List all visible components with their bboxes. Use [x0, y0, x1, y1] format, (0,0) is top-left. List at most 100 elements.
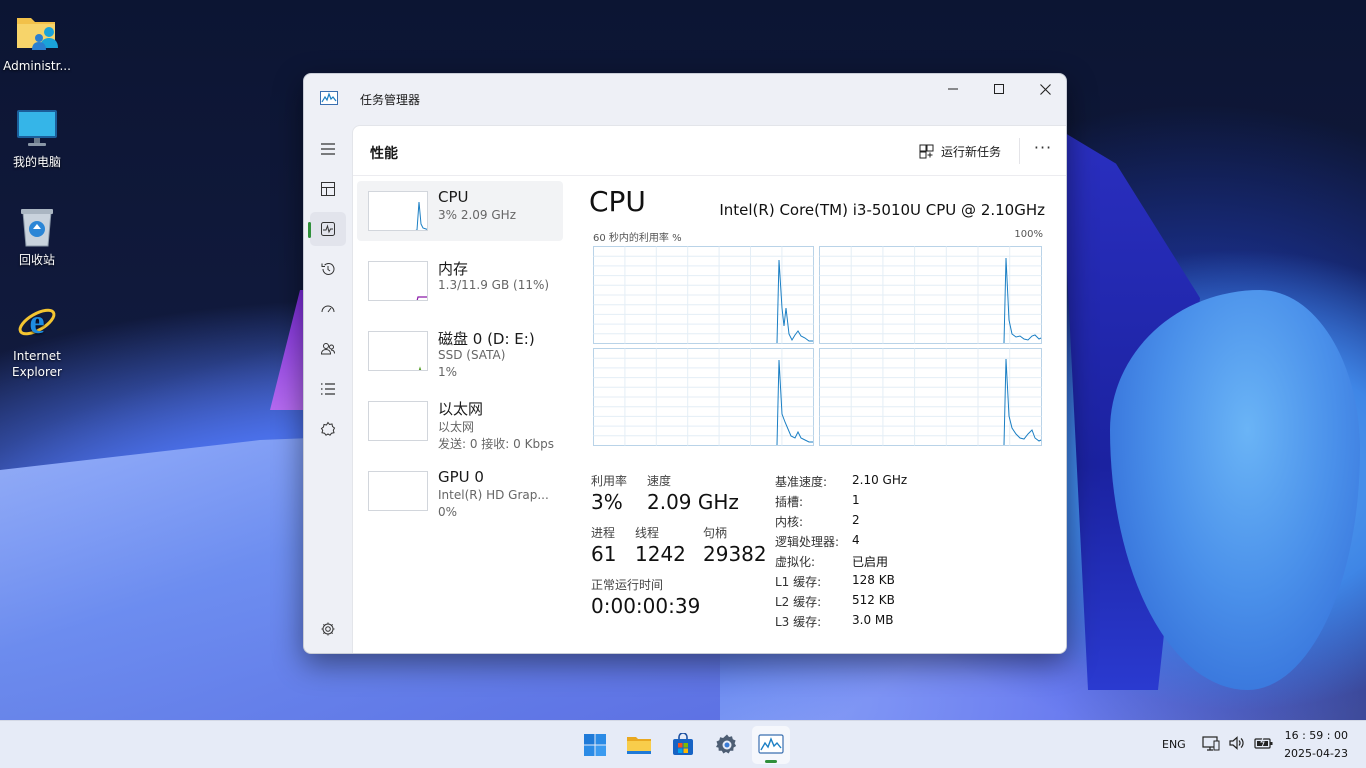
task-manager-window: 任务管理器 性能 运行新任务 ··· CPU 3% 2.09 GHz 内存 1.… [303, 73, 1067, 654]
resource-detail: Intel(R) HD Grap... [438, 488, 549, 502]
cpu-utilization-graphs [593, 246, 1042, 446]
file-explorer-button[interactable] [620, 726, 658, 764]
navigation-sidebar [304, 122, 352, 653]
resource-detail: 0% [438, 505, 458, 519]
processes-icon [321, 182, 335, 196]
spec-label: 插槽: [775, 495, 804, 509]
settings-icon [321, 622, 335, 636]
spec-value: 3.0 MB [852, 613, 894, 627]
maximize-button[interactable] [976, 74, 1022, 104]
spec-value: 2 [852, 513, 860, 527]
task-manager-app-icon [320, 90, 338, 105]
nav-startup-apps[interactable] [310, 292, 346, 326]
minimize-button[interactable] [930, 74, 976, 104]
desktop-icon-recycle-bin[interactable]: 回收站 [0, 204, 74, 268]
cpu-thumbnail-graph [368, 191, 428, 231]
performance-panel: 性能 运行新任务 ··· CPU 3% 2.09 GHz 内存 1.3/11.9… [352, 125, 1066, 653]
battery-icon[interactable] [1254, 735, 1274, 751]
resource-name: GPU 0 [438, 468, 484, 486]
users-icon [320, 343, 335, 355]
recycle-bin-icon [15, 204, 59, 248]
startup-apps-icon [321, 305, 335, 313]
logical-processor-graph-1 [819, 246, 1042, 344]
system-tray [1202, 735, 1274, 751]
more-options-button[interactable]: ··· [1031, 138, 1055, 162]
spec-value: 128 KB [852, 573, 895, 587]
threads-value: 1242 [635, 542, 686, 566]
utilization-value: 3% [591, 490, 623, 514]
threads-label: 线程 [635, 526, 660, 540]
nav-users[interactable] [310, 332, 346, 366]
hamburger-menu-icon [321, 143, 335, 155]
resource-item-cpu[interactable]: CPU 3% 2.09 GHz [357, 181, 563, 241]
title-bar[interactable]: 任务管理器 [304, 74, 1066, 122]
processes-label: 进程 [591, 526, 616, 540]
desktop-icon-label: Administr... [3, 59, 71, 73]
nav-menu-button[interactable] [310, 132, 346, 166]
resource-detail: 以太网 [438, 420, 475, 434]
clock-time[interactable]: 16 : 59 : 00 [1285, 729, 1348, 742]
spec-label: 虚拟化: [775, 555, 816, 569]
spec-label: L3 缓存: [775, 615, 822, 629]
resource-detail: 发送: 0 接收: 0 Kbps [438, 437, 554, 451]
cpu-heading: CPU [589, 185, 646, 218]
resource-name: 磁盘 0 (D: E:) [438, 330, 535, 348]
header-divider [1019, 138, 1020, 164]
resource-detail: SSD (SATA) [438, 348, 506, 362]
uptime-label: 正常运行时间 [591, 578, 664, 592]
details-icon [321, 383, 335, 395]
start-button[interactable] [576, 726, 614, 764]
services-icon [320, 421, 336, 436]
desktop-icon-my-computer[interactable]: 我的电脑 [0, 106, 74, 170]
resource-name: CPU [438, 188, 469, 206]
minimize-icon [948, 88, 958, 90]
resource-item-ethernet[interactable]: 以太网 以太网 发送: 0 接收: 0 Kbps [357, 391, 563, 451]
nav-settings[interactable] [310, 612, 346, 646]
store-icon [673, 733, 693, 755]
spec-value: 512 KB [852, 593, 895, 607]
settings-app-button[interactable] [708, 726, 746, 764]
resource-item-disk[interactable]: 磁盘 0 (D: E:) SSD (SATA) 1% [357, 321, 563, 381]
clock-date[interactable]: 2025-04-23 [1284, 747, 1348, 760]
run-new-task-label: 运行新任务 [941, 144, 1002, 159]
maximize-icon [994, 84, 1004, 94]
spec-value: 已启用 [852, 555, 889, 569]
resource-item-memory[interactable]: 内存 1.3/11.9 GB (11%) [357, 251, 563, 311]
network-icon[interactable] [1202, 735, 1220, 751]
desktop-icon-label: Internet Explorer [12, 349, 62, 379]
nav-performance[interactable] [308, 212, 346, 246]
desktop-icon-administrator[interactable]: Administr... [0, 10, 74, 74]
spec-label: L2 缓存: [775, 595, 822, 609]
spec-label: L1 缓存: [775, 575, 822, 589]
cpu-detail-view: CPU Intel(R) Core(TM) i3-5010U CPU @ 2.1… [589, 181, 1045, 651]
settings-gear-icon [716, 734, 737, 754]
input-language-indicator[interactable]: ENG [1162, 738, 1186, 751]
close-icon [1039, 83, 1051, 95]
ethernet-thumbnail-graph [368, 401, 428, 441]
nav-details[interactable] [310, 372, 346, 406]
panel-header: 性能 运行新任务 ··· [353, 126, 1066, 176]
store-button[interactable] [664, 726, 702, 764]
run-task-icon [919, 144, 934, 159]
computer-icon [15, 106, 59, 150]
spec-label: 基准速度: [775, 475, 828, 489]
task-manager-icon [758, 734, 784, 754]
close-button[interactable] [1022, 74, 1066, 104]
nav-processes[interactable] [310, 172, 346, 206]
nav-services[interactable] [310, 412, 346, 446]
resource-item-gpu[interactable]: GPU 0 Intel(R) HD Grap... 0% [357, 461, 563, 521]
resource-list: CPU 3% 2.09 GHz 内存 1.3/11.9 GB (11%) 磁盘 … [357, 181, 563, 531]
active-app-indicator [765, 760, 777, 763]
speed-label: 速度 [647, 474, 672, 488]
uptime-value: 0:00:00:39 [591, 594, 701, 618]
desktop-icon-internet-explorer[interactable]: e Internet Explorer [0, 300, 74, 380]
task-manager-taskbar-button[interactable] [752, 726, 790, 764]
resource-detail: 3% 2.09 GHz [438, 208, 517, 222]
logical-processor-graph-0 [593, 246, 814, 344]
nav-app-history[interactable] [310, 252, 346, 286]
gpu-thumbnail-graph [368, 471, 428, 511]
handles-value: 29382 [703, 542, 767, 566]
volume-icon[interactable] [1228, 735, 1246, 751]
run-new-task-button[interactable]: 运行新任务 [919, 141, 1001, 161]
internet-explorer-icon: e [15, 300, 59, 344]
